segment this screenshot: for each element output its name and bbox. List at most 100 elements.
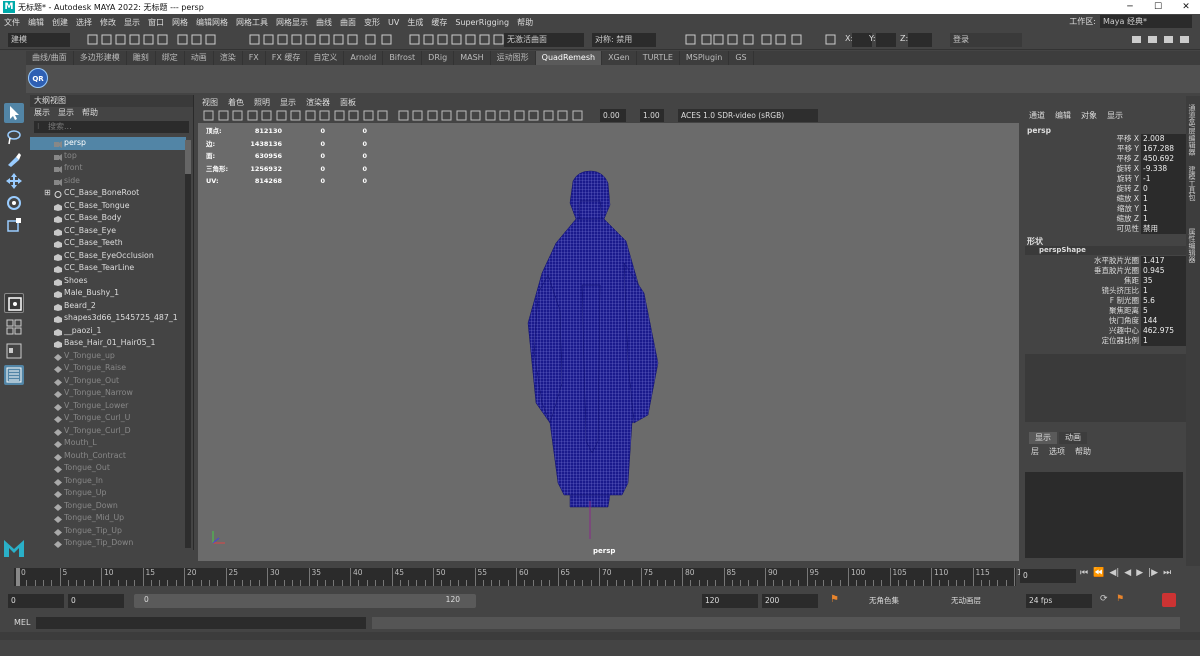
outliner-item[interactable]: __paozi_1: [30, 325, 186, 338]
outliner-item[interactable]: V_Tongue_Lower: [30, 400, 186, 413]
toolbar-icon[interactable]: [142, 33, 155, 46]
shape-node-name[interactable]: perspShape: [1025, 246, 1187, 255]
channel-attribute-value[interactable]: 1.417: [1141, 256, 1187, 266]
viewport-tool-icon[interactable]: [260, 109, 273, 122]
channel-attribute-row[interactable]: 平移 Z 450.692: [1025, 154, 1187, 164]
menu-item[interactable]: 显示: [120, 17, 144, 28]
outliner-item[interactable]: V_Tongue_Raise: [30, 362, 186, 375]
outliner-item[interactable]: CC_Base_EyeOcclusion: [30, 250, 186, 263]
menu-item[interactable]: 网格显示: [272, 17, 312, 28]
viewport-tool-icon[interactable]: [571, 109, 584, 122]
channel-attribute-row[interactable]: 水平胶片光圈 1.417: [1025, 256, 1187, 266]
menu-item[interactable]: 编辑: [24, 17, 48, 28]
viewport-tool-icon[interactable]: [289, 109, 302, 122]
gamma-field[interactable]: 1.00: [640, 109, 664, 122]
live-surface-field[interactable]: 无激活曲面: [504, 33, 584, 47]
layer-menu-item[interactable]: 层: [1031, 446, 1039, 457]
shelf-tab[interactable]: 曲线/曲面: [26, 51, 74, 65]
toolbar-icon[interactable]: [346, 33, 359, 46]
channel-attribute-value[interactable]: -1: [1141, 174, 1187, 184]
channel-attribute-row[interactable]: 缩放 Y1: [1025, 204, 1187, 214]
anim-layer-dropdown[interactable]: 无动画层: [948, 594, 1018, 608]
shelf-tab[interactable]: GS: [729, 51, 754, 65]
viewport-tool-icon[interactable]: [333, 109, 346, 122]
toolbar-icon[interactable]: [790, 33, 803, 46]
viewport-tool-icon[interactable]: [275, 109, 288, 122]
viewport-tool-icon[interactable]: [440, 109, 453, 122]
channel-attribute-row[interactable]: 缩放 X1: [1025, 194, 1187, 204]
range-slider[interactable]: 0 120: [134, 594, 476, 608]
lasso-tool-icon[interactable]: [4, 127, 24, 147]
side-tab[interactable]: 属性编辑器: [1187, 228, 1197, 263]
channel-menu-item[interactable]: 显示: [1107, 110, 1123, 121]
outliner-search-input[interactable]: ⁝ 搜索...: [34, 121, 189, 133]
channel-attribute-value[interactable]: 35: [1141, 276, 1187, 286]
outliner-item[interactable]: CC_Base_Body: [30, 212, 186, 225]
outliner-item[interactable]: Beard_2: [30, 300, 186, 313]
viewport-tool-icon[interactable]: [397, 109, 410, 122]
outliner-item[interactable]: Tongue_Down: [30, 500, 186, 513]
channel-menu-item[interactable]: 对象: [1081, 110, 1097, 121]
menu-item[interactable]: 曲面: [336, 17, 360, 28]
toolbar-icon[interactable]: [248, 33, 261, 46]
close-button[interactable]: ✕: [1172, 0, 1200, 14]
viewport-tool-icon[interactable]: [231, 109, 244, 122]
toolbar-icon[interactable]: [156, 33, 169, 46]
channel-attribute-row[interactable]: 平移 Y 167.288: [1025, 144, 1187, 154]
shelf-tab[interactable]: QuadRemesh: [535, 51, 603, 65]
channel-attribute-value[interactable]: 5.6: [1141, 296, 1187, 306]
outliner-item[interactable]: side: [30, 175, 186, 188]
viewport-tool-icon[interactable]: [376, 109, 389, 122]
outliner-item[interactable]: CC_Base_TearLine: [30, 262, 186, 275]
outliner-item[interactable]: shapes3d66_1545725_487_1: [30, 312, 186, 325]
outliner-scroll-thumb[interactable]: [185, 140, 191, 174]
outliner-item[interactable]: Tongue_In: [30, 475, 186, 488]
toolbar-icon[interactable]: [464, 33, 477, 46]
toolbar-icon[interactable]: [176, 33, 189, 46]
panel-toggle-icon[interactable]: [1146, 33, 1159, 46]
outliner-item[interactable]: V_Tongue_Curl_D: [30, 425, 186, 438]
viewport-menu-item[interactable]: 视图: [198, 96, 222, 109]
side-tab[interactable]: 通道盒/层编辑器: [1187, 104, 1197, 155]
outliner-item[interactable]: V_Tongue_Out: [30, 375, 186, 388]
menu-item[interactable]: UV: [384, 18, 403, 27]
outliner-scrollbar[interactable]: [185, 140, 191, 548]
command-input[interactable]: [36, 617, 366, 629]
viewport-menu-item[interactable]: 面板: [336, 96, 360, 109]
toolbar-icon[interactable]: [774, 33, 787, 46]
channel-attribute-row[interactable]: 旋转 Z0: [1025, 184, 1187, 194]
symmetry-dropdown[interactable]: 对称: 禁用: [592, 33, 656, 47]
channel-attribute-value[interactable]: 1: [1141, 336, 1187, 346]
toolbar-icon[interactable]: [100, 33, 113, 46]
channel-attribute-value[interactable]: 0: [1141, 184, 1187, 194]
menu-item[interactable]: 帮助: [513, 17, 537, 28]
shelf-tab[interactable]: FX 缓存: [266, 51, 308, 65]
toolbar-icon[interactable]: [760, 33, 773, 46]
exposure-field[interactable]: 0.00: [600, 109, 626, 122]
toolbar-icon[interactable]: [318, 33, 331, 46]
menu-item[interactable]: 生成: [403, 17, 427, 28]
channel-attribute-row[interactable]: 焦距 35: [1025, 276, 1187, 286]
viewport-tool-icon[interactable]: [411, 109, 424, 122]
toolbar-icon[interactable]: [190, 33, 203, 46]
channel-attribute-value[interactable]: -9.338: [1141, 164, 1187, 174]
menu-item[interactable]: 曲线: [312, 17, 336, 28]
y-field[interactable]: [876, 33, 896, 47]
channel-attribute-value[interactable]: 2.008: [1141, 134, 1187, 144]
toolbar-icon[interactable]: [114, 33, 127, 46]
menu-item[interactable]: 编辑网格: [192, 17, 232, 28]
toolbar-icon[interactable]: [86, 33, 99, 46]
toolbar-icon[interactable]: [262, 33, 275, 46]
layer-menu-item[interactable]: 选项: [1049, 446, 1065, 457]
time-slider[interactable]: 0 5 10 15 20 25 30 35 40 45 50 55 60 65 70 75 80 85 90 95 10…: [14, 568, 1031, 586]
toolbar-icon[interactable]: [364, 33, 377, 46]
channel-attribute-row[interactable]: 可见性 禁用: [1025, 224, 1187, 234]
toolbar-icon[interactable]: [450, 33, 463, 46]
menu-item[interactable]: 窗口: [144, 17, 168, 28]
viewport-tool-icon[interactable]: [304, 109, 317, 122]
viewport-tool-icon[interactable]: [498, 109, 511, 122]
shelf-tab[interactable]: Bifrost: [383, 51, 423, 65]
panel-toggle-icon[interactable]: [1178, 33, 1191, 46]
menu-item[interactable]: 文件: [0, 17, 24, 28]
expand-icon[interactable]: ⊞: [44, 187, 51, 200]
